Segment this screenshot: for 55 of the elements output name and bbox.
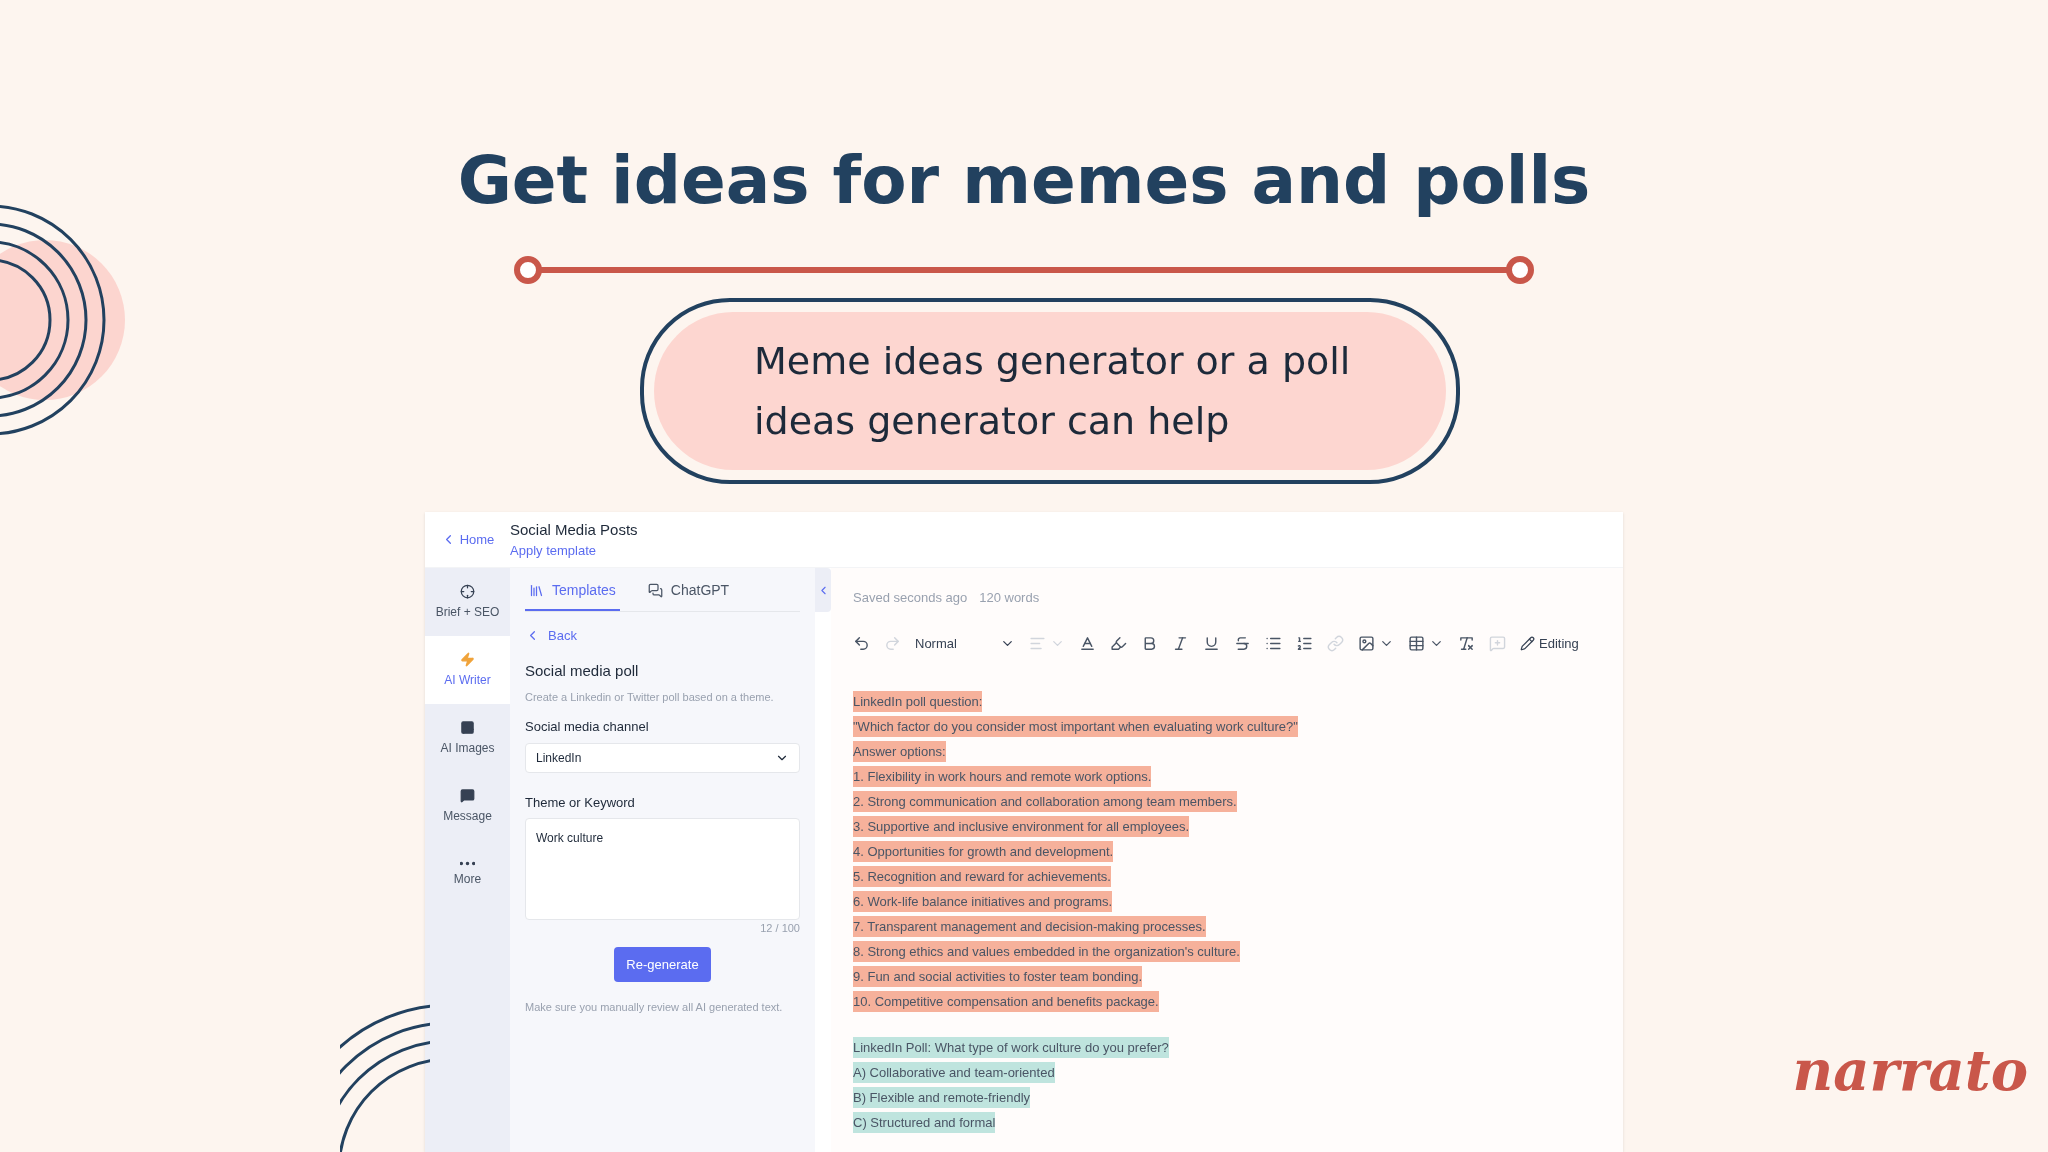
highlighted-text: 10. Competitive compensation and benefits package. (853, 991, 1159, 1012)
highlighted-text: 1. Flexibility in work hours and remote work options. (853, 766, 1152, 787)
highlighted-text: 2. Strong communication and collaboration among team members. (853, 791, 1237, 812)
text-color-icon[interactable] (1079, 634, 1096, 652)
numbered-list-icon[interactable] (1296, 634, 1313, 652)
highlighted-text: Answer options: (853, 741, 946, 762)
back-link[interactable]: Back (525, 626, 800, 646)
review-note: Make sure you manually review all AI generated text. (525, 1000, 784, 1015)
pencil-icon (1520, 635, 1535, 651)
strikethrough-icon[interactable] (1234, 634, 1251, 652)
lightning-icon (460, 651, 475, 667)
highlighted-text: "Which factor do you consider most important when evaluating work culture?" (853, 716, 1298, 737)
speech-bubble-icon (460, 787, 475, 803)
channel-dropdown[interactable]: LinkedIn (525, 742, 800, 773)
subtitle: Meme ideas generator or a poll ideas generator can help (754, 338, 1352, 445)
chat-bubbles-icon (647, 583, 663, 598)
clear-format-icon[interactable] (1458, 634, 1475, 652)
template-description: Create a Linkedin or Twitter poll based on a theme. (525, 690, 775, 705)
highlighted-text: LinkedIn poll question: (853, 691, 983, 712)
highlighted-text: 4. Opportunities for growth and development. (853, 841, 1114, 862)
highlighted-text: B) Flexible and remote-friendly (853, 1087, 1031, 1108)
table-icon[interactable] (1408, 634, 1444, 652)
template-title: Social media poll (525, 660, 640, 681)
italic-icon[interactable] (1172, 634, 1189, 652)
highlighted-text: A) Collaborative and team-oriented (853, 1062, 1055, 1083)
highlighted-text: 3. Supportive and inclusive environment for all employees. (853, 816, 1189, 837)
nav-item[interactable]: AI Writer (425, 636, 510, 704)
apply-template-link[interactable]: Apply template (510, 541, 638, 561)
field-label: Social media channel (525, 718, 650, 736)
highlighted-text: 8. Strong ethics and values embedded in the organization's culture. (853, 941, 1240, 962)
highlighted-text: C) Structured and formal (853, 1112, 996, 1133)
undo-icon[interactable] (853, 634, 870, 652)
character-count: 12 / 100 (760, 921, 800, 936)
save-status: Saved seconds ago (853, 589, 968, 607)
underline-icon[interactable] (1203, 634, 1220, 652)
panel-tab[interactable]: ChatGPT (643, 580, 734, 611)
highlighter-icon[interactable] (1110, 634, 1127, 652)
word-count: 120 words (979, 589, 1040, 607)
regenerate-button[interactable]: Re-generate (614, 946, 711, 982)
panel-tab[interactable]: Templates (525, 580, 620, 611)
books-icon (529, 583, 544, 598)
crosshair-icon (460, 583, 475, 599)
highlighted-text: 7. Transparent management and decision-making processes. (853, 916, 1206, 937)
logo: narrato (1792, 1036, 2028, 1105)
home-link[interactable]: Home (425, 529, 510, 550)
keyword-field[interactable]: Work culture (525, 818, 800, 920)
highlighted-text: 5. Recognition and reward for achievements. (853, 866, 1111, 887)
field-label: Theme or Keyword (525, 793, 636, 812)
highlighted-text: LinkedIn Poll: What type of work culture do you prefer? (853, 1037, 1169, 1058)
editing-mode-button[interactable]: Editing (1520, 633, 1579, 653)
style-dropdown[interactable]: Normal (915, 633, 1015, 653)
highlighted-text: 6. Work-life balance initiatives and programs. (853, 891, 1113, 912)
more-icon (460, 860, 475, 866)
highlighted-text: 9. Fun and social activities to foster team bonding. (853, 966, 1143, 987)
document-title: Social Media Posts (510, 519, 638, 540)
